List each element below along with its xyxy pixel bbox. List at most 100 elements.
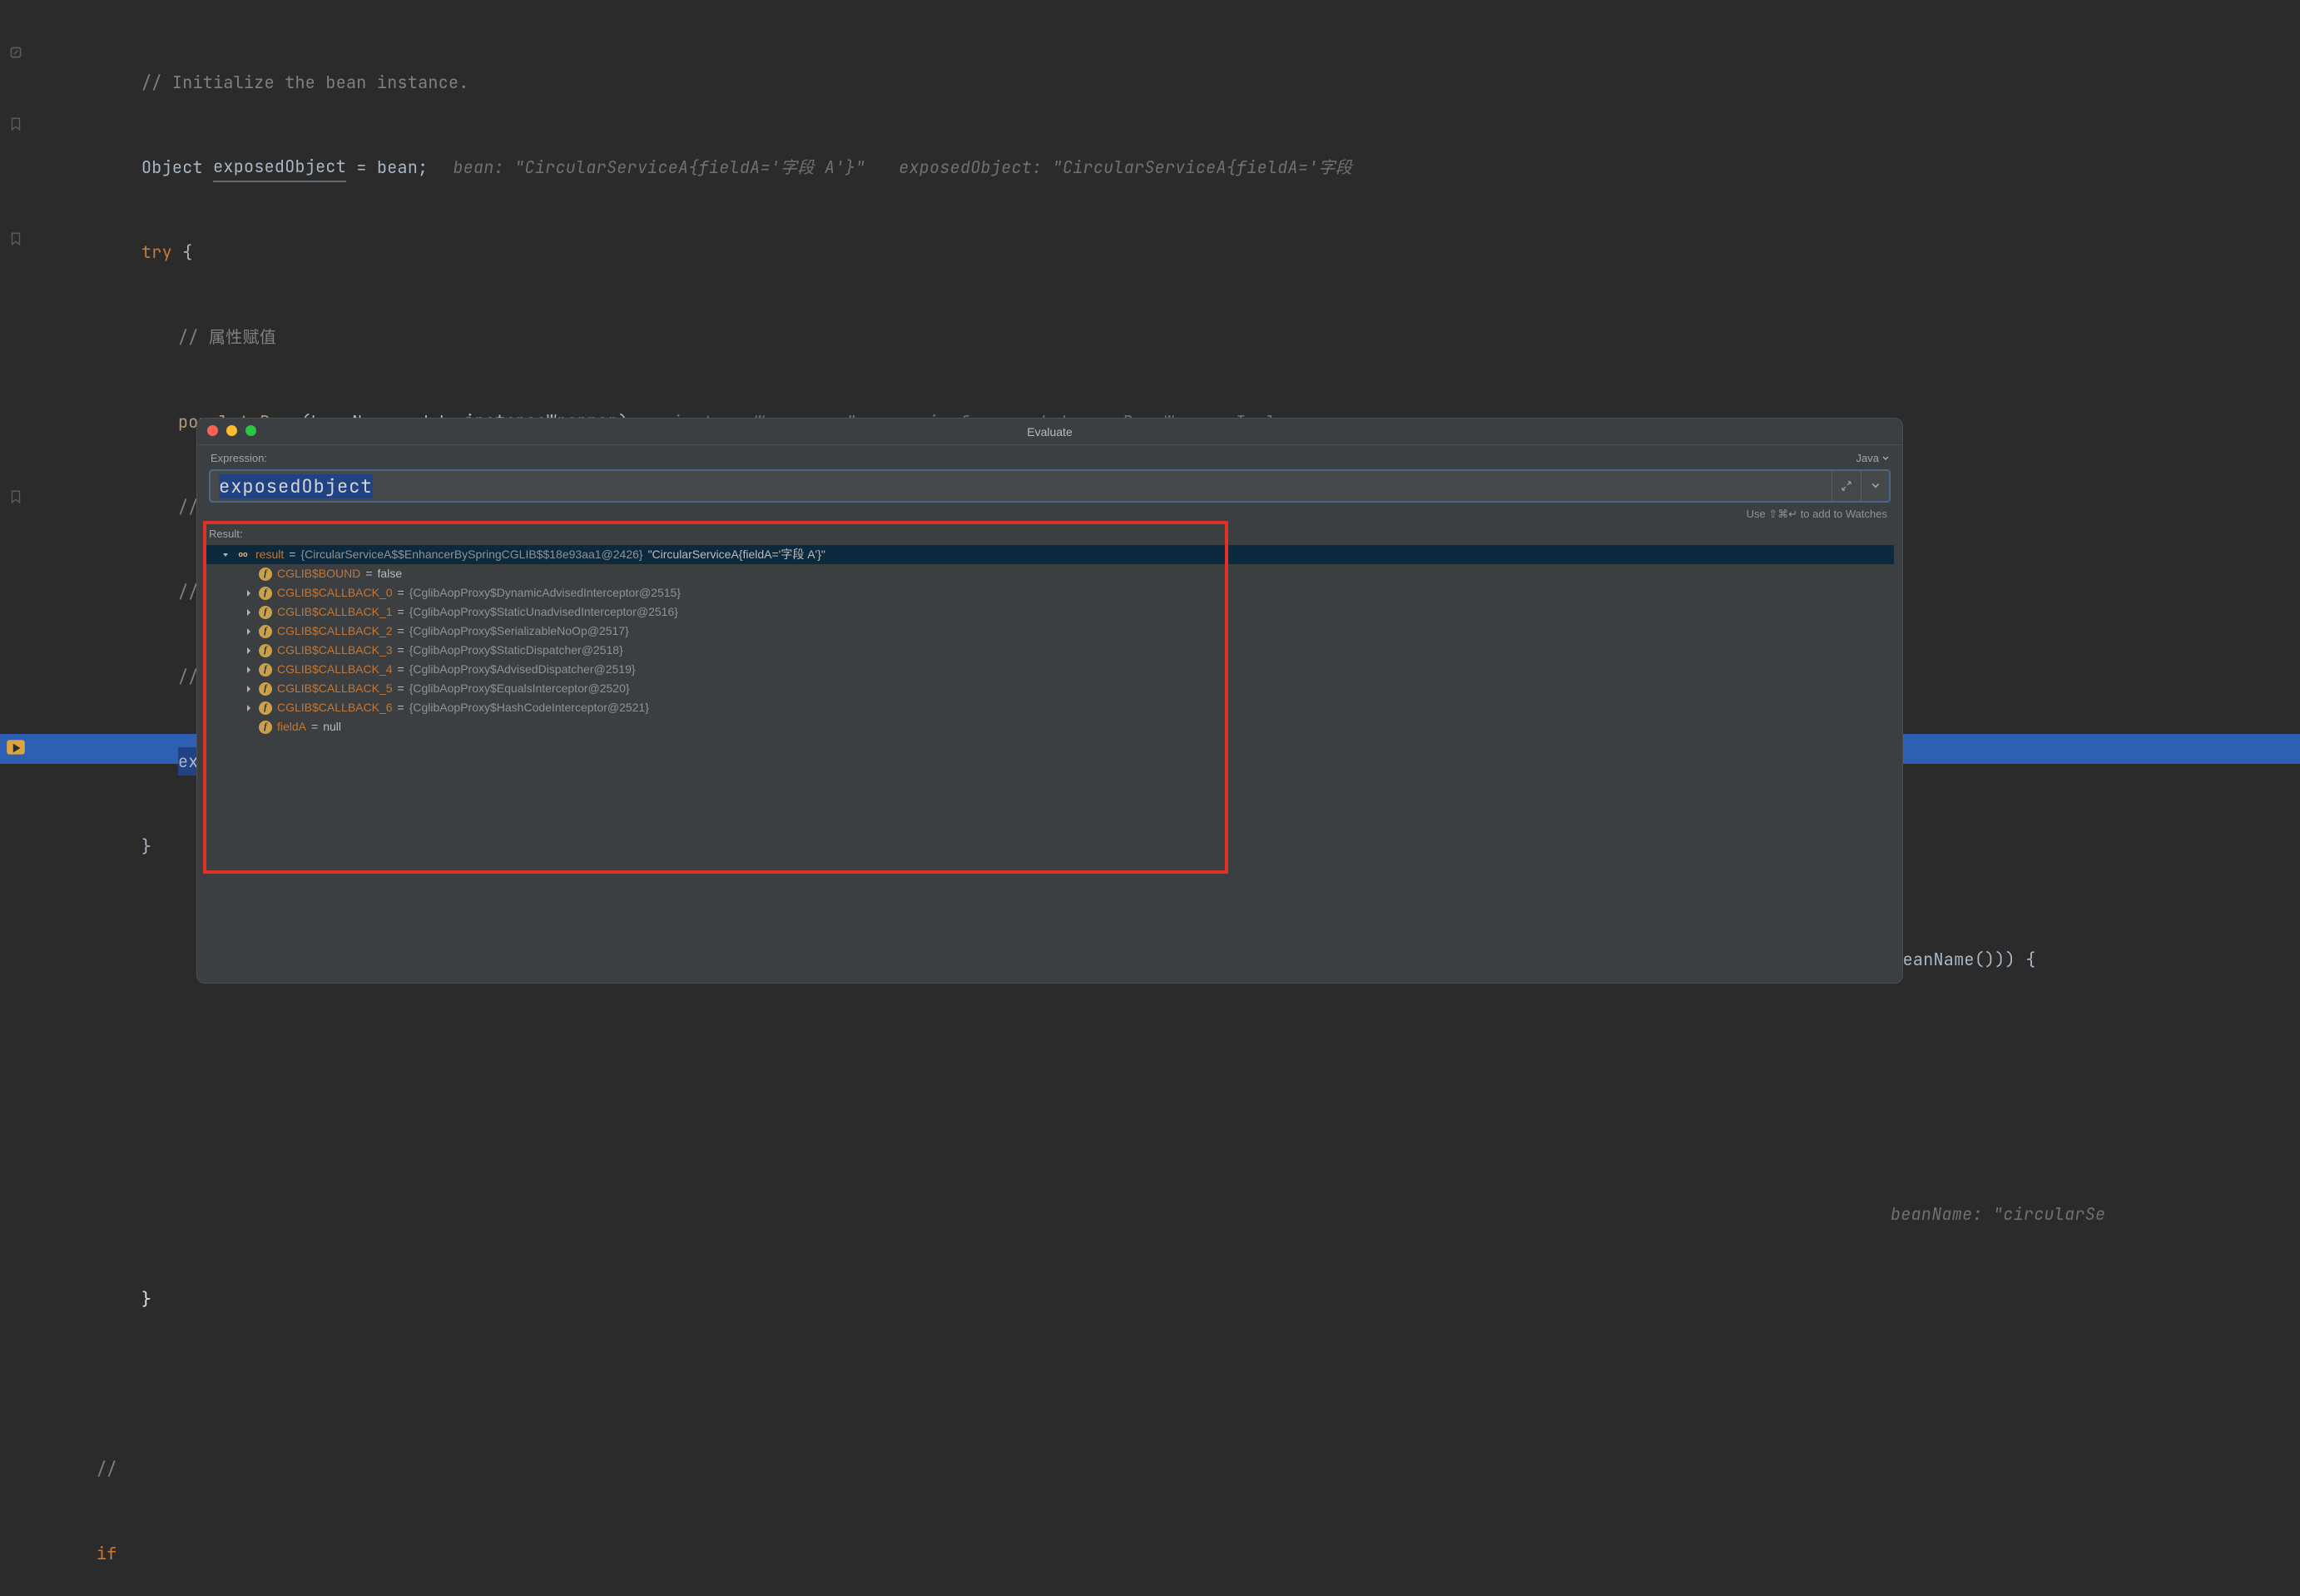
field-icon: f	[259, 644, 272, 657]
result-child-row[interactable]: f CGLIB$CALLBACK_3 = {CglibAopProxy$Stati…	[206, 641, 1894, 660]
expand-icon	[1841, 480, 1852, 492]
chevron-down-icon[interactable]	[221, 550, 230, 560]
chevron-right-icon[interactable]	[244, 627, 254, 637]
chevron-down-icon	[1882, 455, 1889, 462]
comment-text: // 属性赋值	[178, 323, 276, 351]
chevron-down-icon	[1871, 482, 1880, 490]
field-name: CGLIB$CALLBACK_0	[277, 583, 393, 602]
equals-text: =	[398, 698, 404, 717]
object-reference: {CglibAopProxy$HashCodeInterceptor@2521}	[409, 698, 649, 717]
field-name: CGLIB$BOUND	[277, 564, 360, 583]
field-name: result	[255, 545, 284, 564]
object-reference: {CglibAopProxy$StaticUnadvisedIntercepto…	[409, 602, 678, 622]
equals-text: =	[398, 602, 404, 622]
field-name: CGLIB$CALLBACK_4	[277, 660, 393, 679]
window-minimize-icon[interactable]	[226, 425, 237, 436]
code-token: }	[141, 1285, 151, 1313]
expression-input[interactable]: exposedObject	[211, 474, 1832, 498]
execution-pointer-icon	[5, 737, 27, 759]
result-label: Result:	[206, 526, 1894, 545]
object-reference: {CglibAopProxy$EqualsInterceptor@2520}	[409, 679, 630, 698]
equals-text: =	[289, 545, 295, 564]
code-token: exposedObject	[213, 152, 346, 182]
field-icon: f	[259, 606, 272, 619]
field-name: CGLIB$CALLBACK_1	[277, 602, 393, 622]
field-icon: f	[259, 587, 272, 600]
equals-text: =	[311, 717, 318, 736]
field-name: CGLIB$CALLBACK_6	[277, 698, 393, 717]
result-child-row[interactable]: f CGLIB$CALLBACK_0 = {CglibAopProxy$Dynam…	[206, 583, 1894, 602]
result-child-row[interactable]: f CGLIB$CALLBACK_2 = {CglibAopProxy$Seria…	[206, 622, 1894, 641]
field-name: CGLIB$CALLBACK_5	[277, 679, 393, 698]
object-reference: {CglibAopProxy$AdvisedDispatcher@2519}	[409, 660, 636, 679]
comment-text: //	[97, 1455, 117, 1483]
result-child-row[interactable]: f CGLIB$BOUND = false	[206, 564, 1894, 583]
field-value: false	[378, 564, 403, 583]
field-value: null	[323, 717, 341, 736]
field-icon: f	[259, 721, 272, 734]
result-child-row[interactable]: f CGLIB$CALLBACK_5 = {CglibAopProxy$Equal…	[206, 679, 1894, 698]
expression-input-wrap: exposedObject	[209, 469, 1891, 503]
code-token: Object	[141, 153, 203, 181]
field-name: CGLIB$CALLBACK_2	[277, 622, 393, 641]
expression-input-value: exposedObject	[219, 474, 373, 498]
chevron-right-icon[interactable]	[244, 665, 254, 675]
expression-label: Expression:	[211, 452, 267, 464]
code-token: ;	[418, 153, 428, 181]
chevron-right-icon[interactable]	[244, 684, 254, 694]
chevron-right-icon[interactable]	[244, 607, 254, 617]
equals-text: =	[398, 622, 404, 641]
field-icon: f	[259, 701, 272, 715]
chevron-right-icon[interactable]	[244, 588, 254, 598]
object-reference: {CglibAopProxy$DynamicAdvisedInterceptor…	[409, 583, 681, 602]
dialog-title: Evaluate	[1027, 425, 1072, 439]
equals-text: =	[365, 564, 372, 583]
result-root-row[interactable]: oo result = {CircularServiceA$$EnhancerB…	[206, 545, 1894, 564]
equals-text: =	[398, 660, 404, 679]
field-name: CGLIB$CALLBACK_3	[277, 641, 393, 660]
field-icon: f	[259, 663, 272, 677]
language-picker[interactable]: Java	[1856, 452, 1889, 464]
object-reference: {CircularServiceA$$EnhancerBySpringCGLIB…	[300, 545, 642, 564]
field-name: fieldA	[277, 717, 306, 736]
code-token: {	[172, 238, 193, 266]
result-child-row[interactable]: f CGLIB$CALLBACK_4 = {CglibAopProxy$Advis…	[206, 660, 1894, 679]
watches-hint: Use ⇧⌘↵ to add to Watches	[197, 506, 1902, 526]
result-child-row[interactable]: ffieldA = null	[206, 717, 1894, 736]
equals-text: =	[398, 583, 404, 602]
inline-hint: exposedObject: "CircularServiceA{fieldA=…	[899, 153, 1352, 181]
evaluate-dialog: Evaluate Expression: Java exposedObject …	[196, 418, 1903, 984]
code-token: bean	[377, 153, 418, 181]
result-tree[interactable]: oo result = {CircularServiceA$$EnhancerB…	[206, 545, 1894, 736]
language-picker-label: Java	[1856, 452, 1879, 464]
chevron-right-icon	[244, 569, 254, 579]
expand-input-button[interactable]	[1832, 471, 1861, 501]
field-icon: f	[259, 682, 272, 696]
code-keyword: if	[97, 1539, 117, 1568]
object-tostring: "CircularServiceA{fieldA='字段 A'}"	[648, 545, 825, 564]
code-keyword: try	[141, 238, 172, 266]
code-token: tBeanName())) {	[1882, 945, 2036, 974]
code-token: }	[141, 832, 151, 860]
history-dropdown-button[interactable]	[1861, 471, 1889, 501]
result-child-row[interactable]: f CGLIB$CALLBACK_1 = {CglibAopProxy$Stati…	[206, 602, 1894, 622]
object-reference: {CglibAopProxy$SerializableNoOp@2517}	[409, 622, 629, 641]
inline-hint: bean: "CircularServiceA{fieldA='字段 A'}"	[453, 153, 865, 181]
result-child-row[interactable]: f CGLIB$CALLBACK_6 = {CglibAopProxy$HashC…	[206, 698, 1894, 717]
comment-text: // Initialize the bean instance.	[141, 68, 469, 97]
dialog-titlebar[interactable]: Evaluate	[197, 419, 1902, 445]
inline-hint: beanName: "circularSe	[1891, 1200, 2105, 1228]
chevron-right-icon[interactable]	[244, 646, 254, 656]
window-zoom-icon[interactable]	[245, 425, 256, 436]
field-icon: f	[259, 568, 272, 581]
field-icon: f	[259, 625, 272, 638]
chevron-right-icon	[244, 722, 254, 732]
object-icon: oo	[235, 549, 250, 561]
traffic-lights	[207, 425, 256, 436]
equals-text: =	[398, 641, 404, 660]
object-reference: {CglibAopProxy$StaticDispatcher@2518}	[409, 641, 623, 660]
equals-text: =	[398, 679, 404, 698]
chevron-right-icon[interactable]	[244, 703, 254, 713]
code-token: =	[346, 153, 377, 181]
window-close-icon[interactable]	[207, 425, 218, 436]
